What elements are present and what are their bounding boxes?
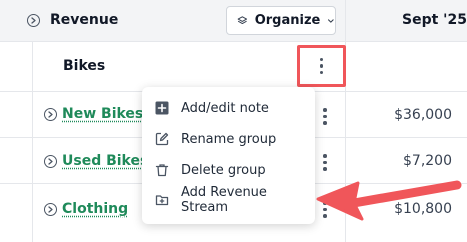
menu-item-rename-group[interactable]: Rename group <box>142 124 315 154</box>
expand-row-button[interactable] <box>44 203 57 216</box>
trash-icon <box>155 163 169 177</box>
chevron-right-icon <box>48 111 53 118</box>
layers-icon <box>237 15 248 24</box>
revenue-stream-link[interactable]: Used Bikes <box>62 153 148 169</box>
revenue-stream-link[interactable]: Clothing <box>62 201 128 217</box>
row-value: $36,000 <box>394 107 452 123</box>
expand-row-button[interactable] <box>44 155 57 168</box>
group-name: Bikes <box>63 58 106 74</box>
chevron-right-icon <box>31 17 36 24</box>
row-more-options-icon[interactable] <box>322 154 328 171</box>
collapse-section-button[interactable] <box>27 14 40 27</box>
organize-button[interactable]: Organize <box>226 6 336 35</box>
chevron-right-icon <box>48 206 53 213</box>
revenue-stream-link[interactable]: New Bikes <box>62 106 143 122</box>
menu-item-label: Delete group <box>181 162 266 178</box>
annotation-arrow <box>316 180 462 221</box>
chevron-down-icon <box>328 18 335 23</box>
expand-row-button[interactable] <box>44 108 57 121</box>
tree-guide-line <box>32 42 33 242</box>
menu-item-label: Rename group <box>181 131 277 147</box>
menu-item-delete-group[interactable]: Delete group <box>142 155 315 185</box>
folder-plus-icon <box>155 193 169 207</box>
pencil-edit-icon <box>155 132 169 146</box>
row-more-options-icon[interactable] <box>322 108 328 125</box>
row-value: $7,200 <box>403 153 452 169</box>
menu-item-label: Add Revenue Stream <box>181 185 267 215</box>
menu-item-add-revenue-stream[interactable]: Add Revenue Stream <box>142 185 315 215</box>
month-column-header: Sept '25 <box>402 12 467 28</box>
menu-item-label: Add/edit note <box>181 100 269 116</box>
note-plus-icon <box>155 101 169 115</box>
group-more-options-icon[interactable] <box>319 57 325 75</box>
chevron-right-icon <box>48 158 53 165</box>
menu-item-add-edit-note[interactable]: Add/edit note <box>142 93 315 123</box>
section-title: Revenue <box>50 12 119 28</box>
group-actions-menu: Add/edit note Rename group Delete group <box>142 87 315 224</box>
organize-label: Organize <box>254 13 321 28</box>
group-actions-highlight <box>297 45 346 87</box>
